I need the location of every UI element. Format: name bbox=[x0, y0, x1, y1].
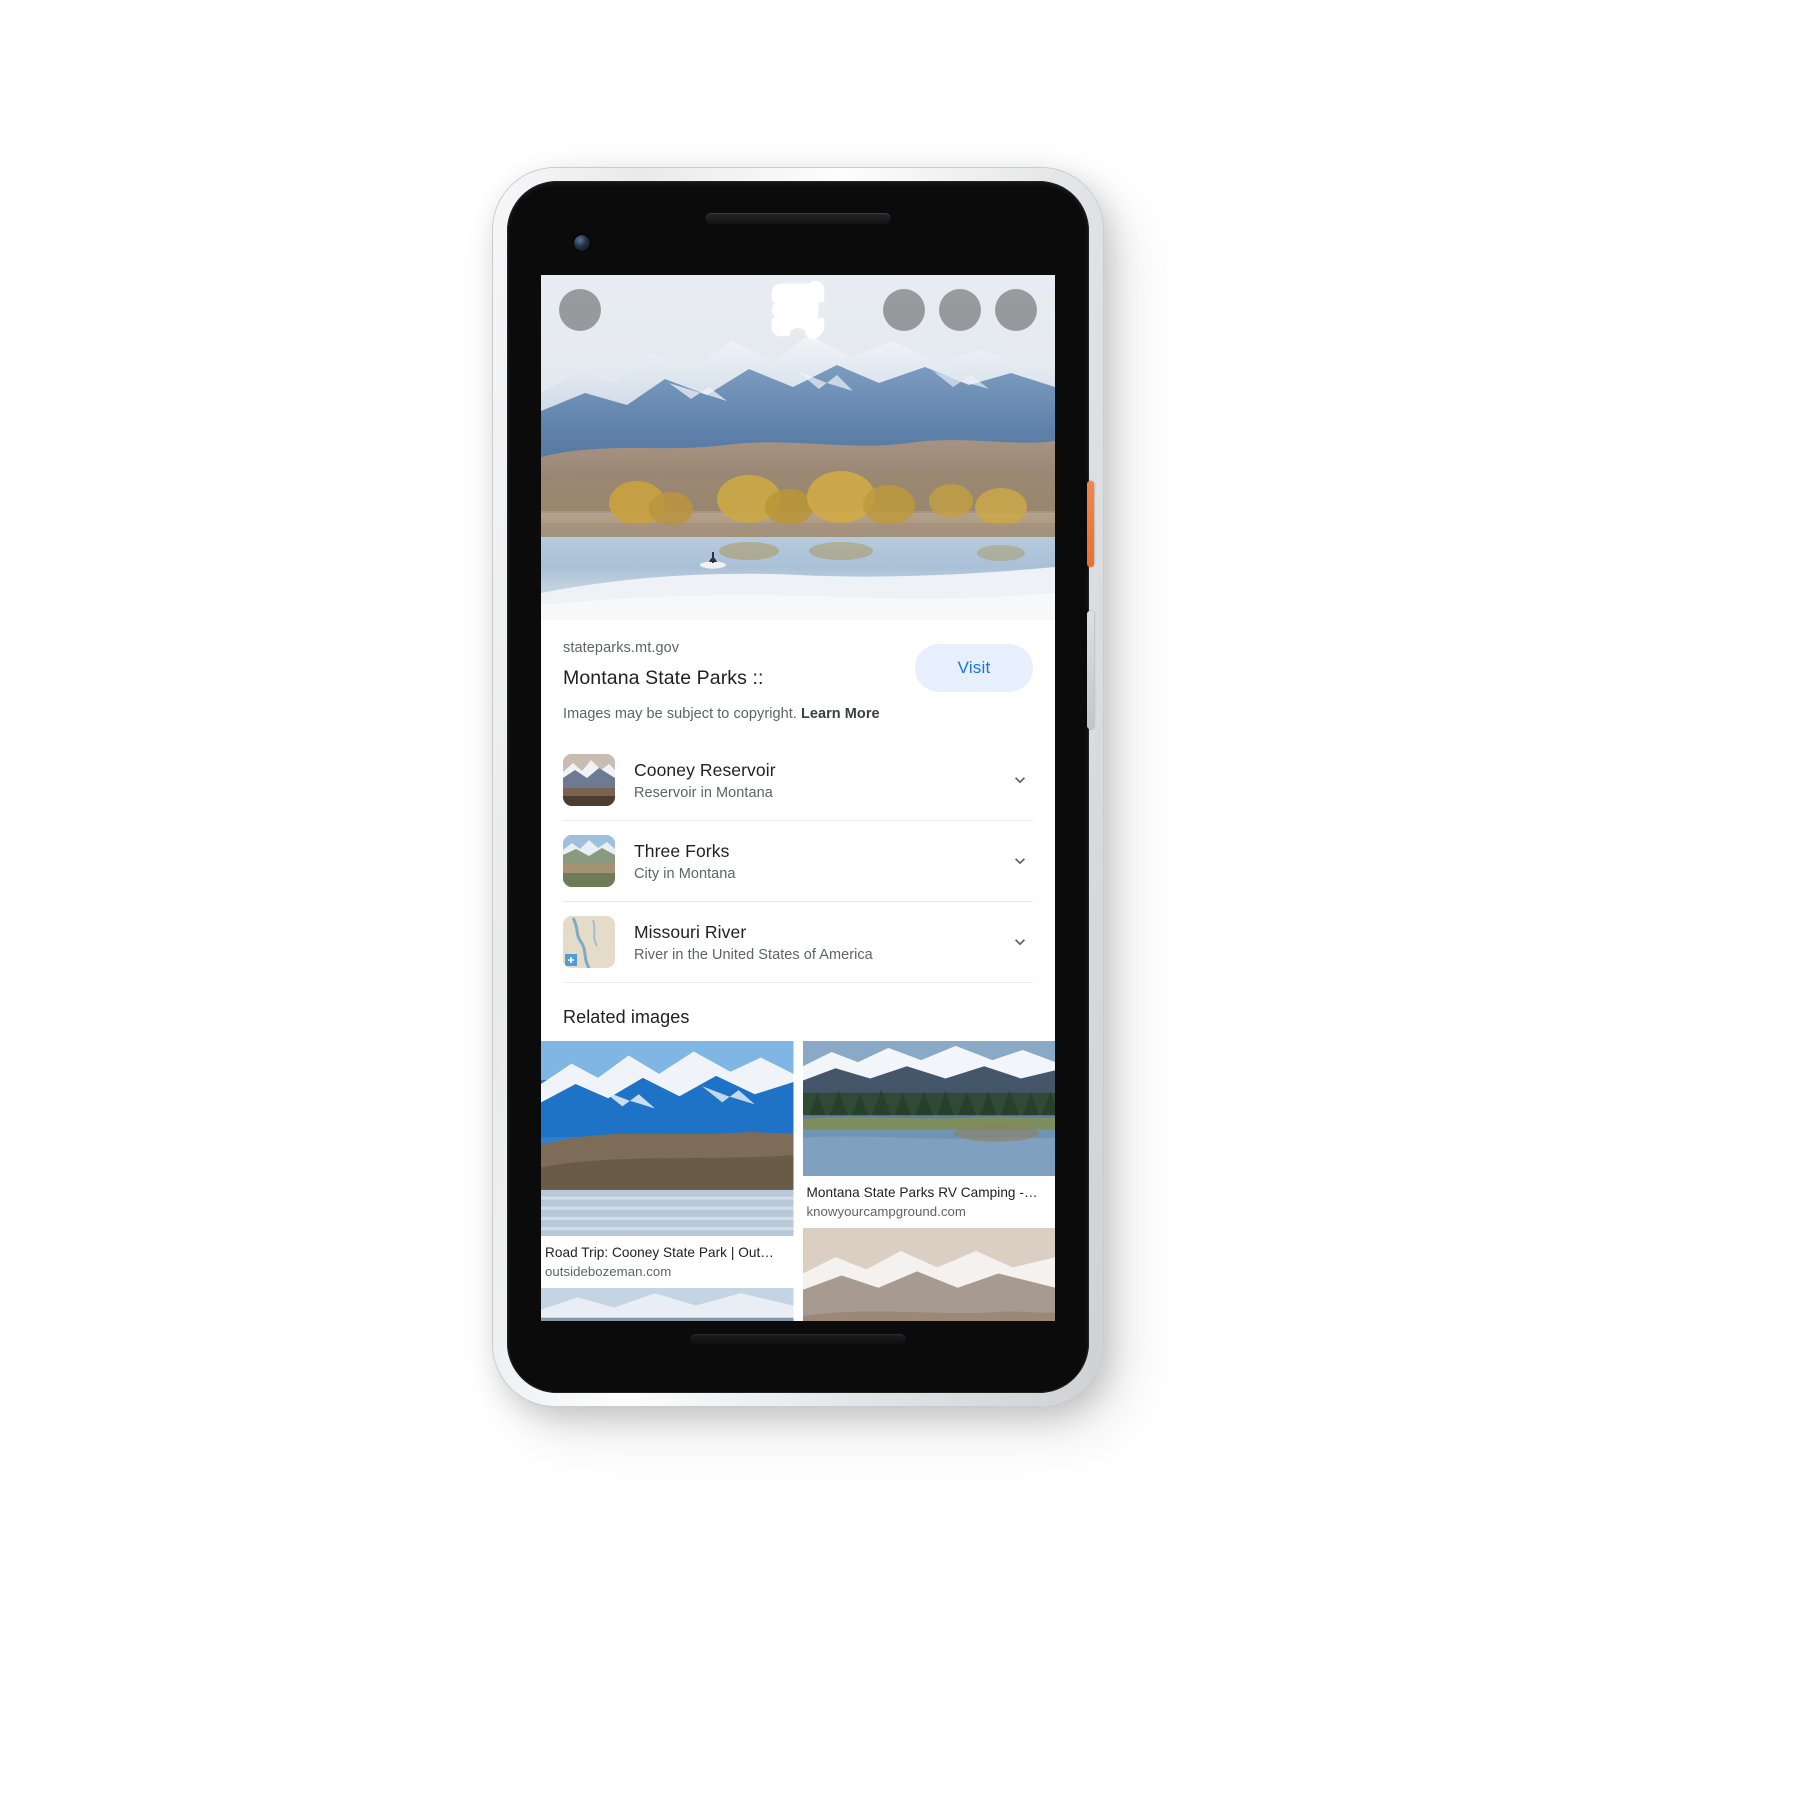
list-item[interactable]: Three Forks City in Montana bbox=[563, 821, 1033, 902]
chevron-down-icon[interactable] bbox=[1007, 851, 1033, 871]
toolbar-right-actions bbox=[771, 280, 1037, 339]
entity-thumbnail bbox=[563, 754, 615, 806]
related-thumbnail bbox=[802, 1228, 1055, 1321]
entity-text: Cooney Reservoir Reservoir in Montana bbox=[634, 760, 1007, 801]
image-toolbar bbox=[541, 275, 1055, 345]
volume-button[interactable] bbox=[1087, 611, 1094, 729]
entity-description: City in Montana bbox=[634, 865, 736, 882]
copyright-text: Images may be subject to copyright. bbox=[563, 706, 797, 722]
related-caption: Road Trip: Cooney State Park | Out… bbox=[545, 1245, 774, 1260]
chevron-down-icon[interactable] bbox=[1007, 770, 1033, 790]
visit-button[interactable]: Visit bbox=[915, 644, 1033, 692]
phone-device: stateparks.mt.gov Montana State Parks ::… bbox=[493, 168, 1103, 1406]
related-thumbnail bbox=[802, 1041, 1055, 1176]
related-source: knowyourcampground.com bbox=[806, 1204, 966, 1219]
entity-description: Reservoir in Montana bbox=[634, 784, 773, 801]
entity-thumbnail bbox=[563, 835, 615, 887]
related-source: outsidebozeman.com bbox=[545, 1264, 672, 1279]
bottom-speaker bbox=[690, 1334, 906, 1345]
entity-name: Cooney Reservoir bbox=[634, 759, 776, 780]
related-images-heading: Related images bbox=[563, 1007, 690, 1027]
related-column-right: Montana State Parks RV Camping -… knowyo… bbox=[802, 1041, 1055, 1321]
related-images-grid: Road Trip: Cooney State Park | Out… outs… bbox=[541, 1041, 1055, 1321]
entity-text: Missouri River River in the United State… bbox=[634, 922, 1007, 963]
result-info: stateparks.mt.gov Montana State Parks ::… bbox=[541, 620, 1055, 726]
related-image-card[interactable]: Montana State Parks RV Camping -… knowyo… bbox=[802, 1041, 1055, 1219]
power-button[interactable] bbox=[1087, 481, 1094, 567]
entity-name: Missouri River bbox=[634, 921, 747, 942]
bookmark-icon[interactable] bbox=[777, 283, 1037, 337]
entity-text: Three Forks City in Montana bbox=[634, 841, 1007, 882]
entity-description: River in the United States of America bbox=[634, 946, 873, 963]
chevron-down-icon[interactable] bbox=[1007, 932, 1033, 952]
hero-image[interactable] bbox=[541, 275, 1055, 620]
phone-screen: stateparks.mt.gov Montana State Parks ::… bbox=[541, 275, 1055, 1321]
related-thumbnail bbox=[541, 1288, 794, 1321]
earpiece-speaker bbox=[705, 213, 891, 224]
phone-bezel: stateparks.mt.gov Montana State Parks ::… bbox=[507, 181, 1094, 1393]
entity-thumbnail bbox=[563, 916, 615, 968]
related-caption: Montana State Parks RV Camping -… bbox=[806, 1185, 1038, 1200]
learn-more-link[interactable]: Learn More bbox=[801, 706, 880, 722]
list-item[interactable]: Missouri River River in the United State… bbox=[563, 902, 1033, 983]
related-column-left: Road Trip: Cooney State Park | Out… outs… bbox=[541, 1041, 794, 1321]
related-image-card[interactable]: Road Trip: Cooney State Park | Out… outs… bbox=[541, 1041, 794, 1279]
front-camera bbox=[574, 235, 590, 251]
entity-name: Three Forks bbox=[634, 840, 730, 861]
entity-list: Cooney Reservoir Reservoir in Montana Th… bbox=[541, 740, 1055, 983]
copyright-notice: Images may be subject to copyright. Lear… bbox=[563, 706, 1033, 722]
related-thumbnail bbox=[541, 1041, 794, 1236]
related-image-card[interactable] bbox=[802, 1228, 1055, 1321]
list-item[interactable]: Cooney Reservoir Reservoir in Montana bbox=[563, 740, 1033, 821]
related-image-card[interactable] bbox=[541, 1288, 794, 1321]
